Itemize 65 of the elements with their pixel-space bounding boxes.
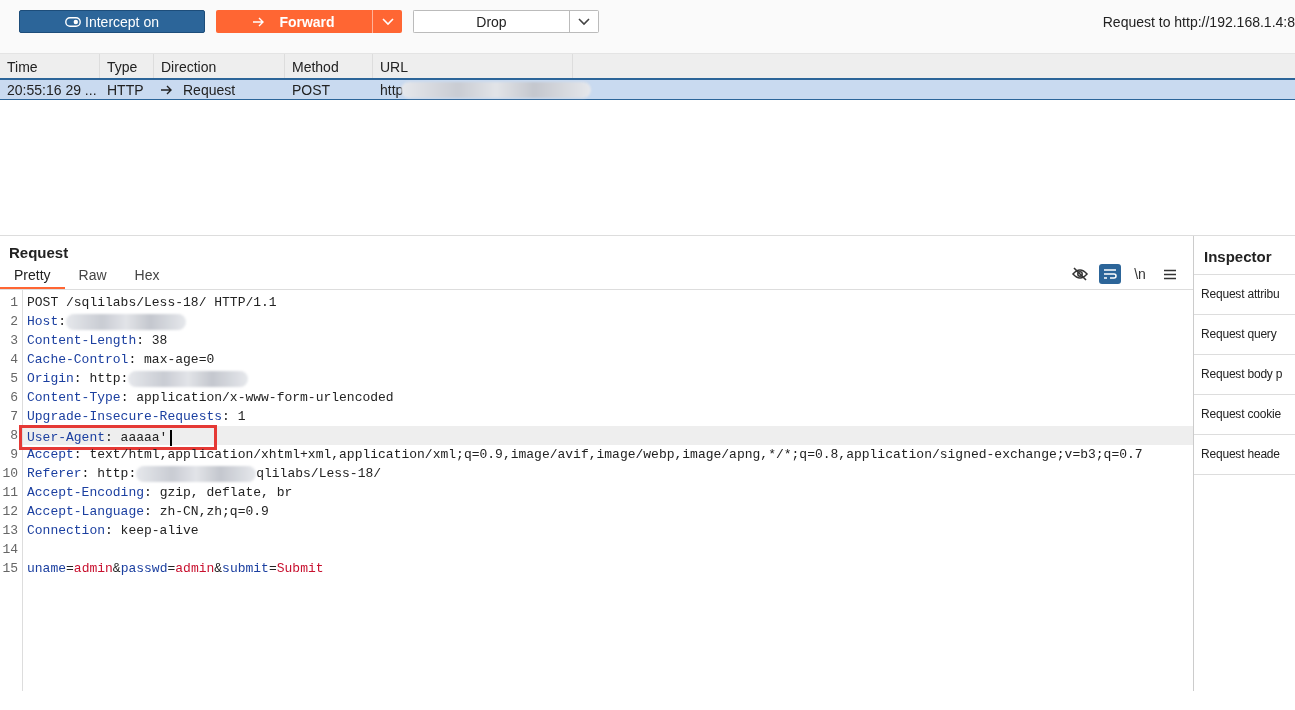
code-text: Content-Type: application/x-www-form-urlencoded (27, 390, 394, 405)
inspector-section[interactable]: Request cookie (1194, 395, 1295, 435)
code-text: Accept: text/html,application/xhtml+xml,application/xml;q=0.9,image/avif,image/webp,image/apng,*/*;q=0.8,application/signed-exchange;v=b3;q=0.7 (27, 447, 1143, 462)
code-text: Content-Length: 38 (27, 333, 168, 348)
inspector-section[interactable]: Request body p (1194, 355, 1295, 395)
line-number: 13 (1, 522, 19, 540)
code-text: Accept-Language: zh-CN,zh;q=0.9 (27, 504, 269, 519)
request-row[interactable]: 20:55:16 29 ... HTTP Request POST http (0, 80, 1295, 100)
code-text: uname=admin&passwd=admin&submit=Submit (27, 561, 324, 576)
line-number: 5 (9, 370, 19, 388)
table-cell: POST (292, 82, 331, 98)
line-number: 10 (1, 465, 19, 483)
arrow-right-icon (161, 85, 173, 95)
column-header[interactable]: Time (0, 54, 100, 78)
code-text: User-Agent: aaaaa' (27, 430, 168, 445)
arrow-right-icon (253, 16, 266, 27)
code-text: Connection: keep-alive (27, 523, 199, 538)
line-number: 6 (9, 389, 19, 407)
code-text: POST /sqlilabs/Less-18/ HTTP/1.1 (27, 295, 277, 310)
panel-title: Inspector (1194, 236, 1295, 275)
code-text: Cache-Control: max-age=0 (27, 352, 215, 367)
wrap-toggle[interactable] (1099, 264, 1121, 284)
line-number: 2 (9, 313, 19, 331)
column-header[interactable]: Method (285, 54, 373, 78)
view-tab[interactable]: Hex (120, 267, 174, 289)
column-header[interactable]: Direction (154, 54, 285, 78)
inspector-section[interactable]: Request query (1194, 315, 1295, 355)
toggle-icon (65, 16, 82, 27)
code-text: Accept-Encoding: gzip, deflate, br (27, 485, 293, 500)
line-number: 3 (9, 332, 19, 350)
line-number: 9 (9, 446, 19, 464)
panel-title: Request (8, 243, 70, 263)
code-text: Referer: http: (27, 466, 137, 481)
hidden-eye-icon (1072, 267, 1088, 281)
line-number: 4 (9, 351, 19, 369)
table-cell: Request (183, 82, 236, 98)
line-number: 7 (9, 408, 19, 426)
table-cell: 20:55:16 29 ... (7, 82, 97, 98)
view-tab[interactable]: Pretty (0, 267, 65, 289)
chevron-down-icon (381, 17, 394, 26)
menu-icon (1164, 268, 1176, 280)
drop-button[interactable]: Drop (413, 10, 569, 33)
table-cell: http (380, 82, 404, 98)
request-target-label: Request to http://192.168.1.4:8 (1102, 13, 1295, 30)
inspector-section[interactable]: Request attribu (1194, 275, 1295, 315)
code-text: Upgrade-Insecure-Requests: 1 (27, 409, 246, 424)
column-header[interactable]: URL (373, 54, 573, 78)
chevron-down-icon (578, 17, 590, 26)
line-number: 1 (9, 294, 19, 312)
code-text: Host: (27, 314, 67, 329)
line-number: 14 (1, 541, 19, 559)
line-number: 15 (1, 560, 19, 578)
code-text: qlilabs/Less-18/ (256, 466, 382, 481)
drop-menu-button[interactable] (569, 10, 599, 33)
table-cell: HTTP (107, 82, 144, 98)
code-text: Origin: http: (27, 371, 129, 386)
view-tab[interactable]: Raw (64, 267, 121, 289)
newline-toggle[interactable]: \n (1129, 264, 1151, 284)
line-number: 11 (1, 484, 19, 502)
intercept-button[interactable]: Intercept on (19, 10, 205, 33)
column-header[interactable]: Type (100, 54, 154, 78)
inspector-section[interactable]: Request heade (1194, 435, 1295, 475)
line-number: 12 (1, 503, 19, 521)
line-number: 8 (9, 427, 19, 445)
wrap-icon (1103, 268, 1117, 280)
